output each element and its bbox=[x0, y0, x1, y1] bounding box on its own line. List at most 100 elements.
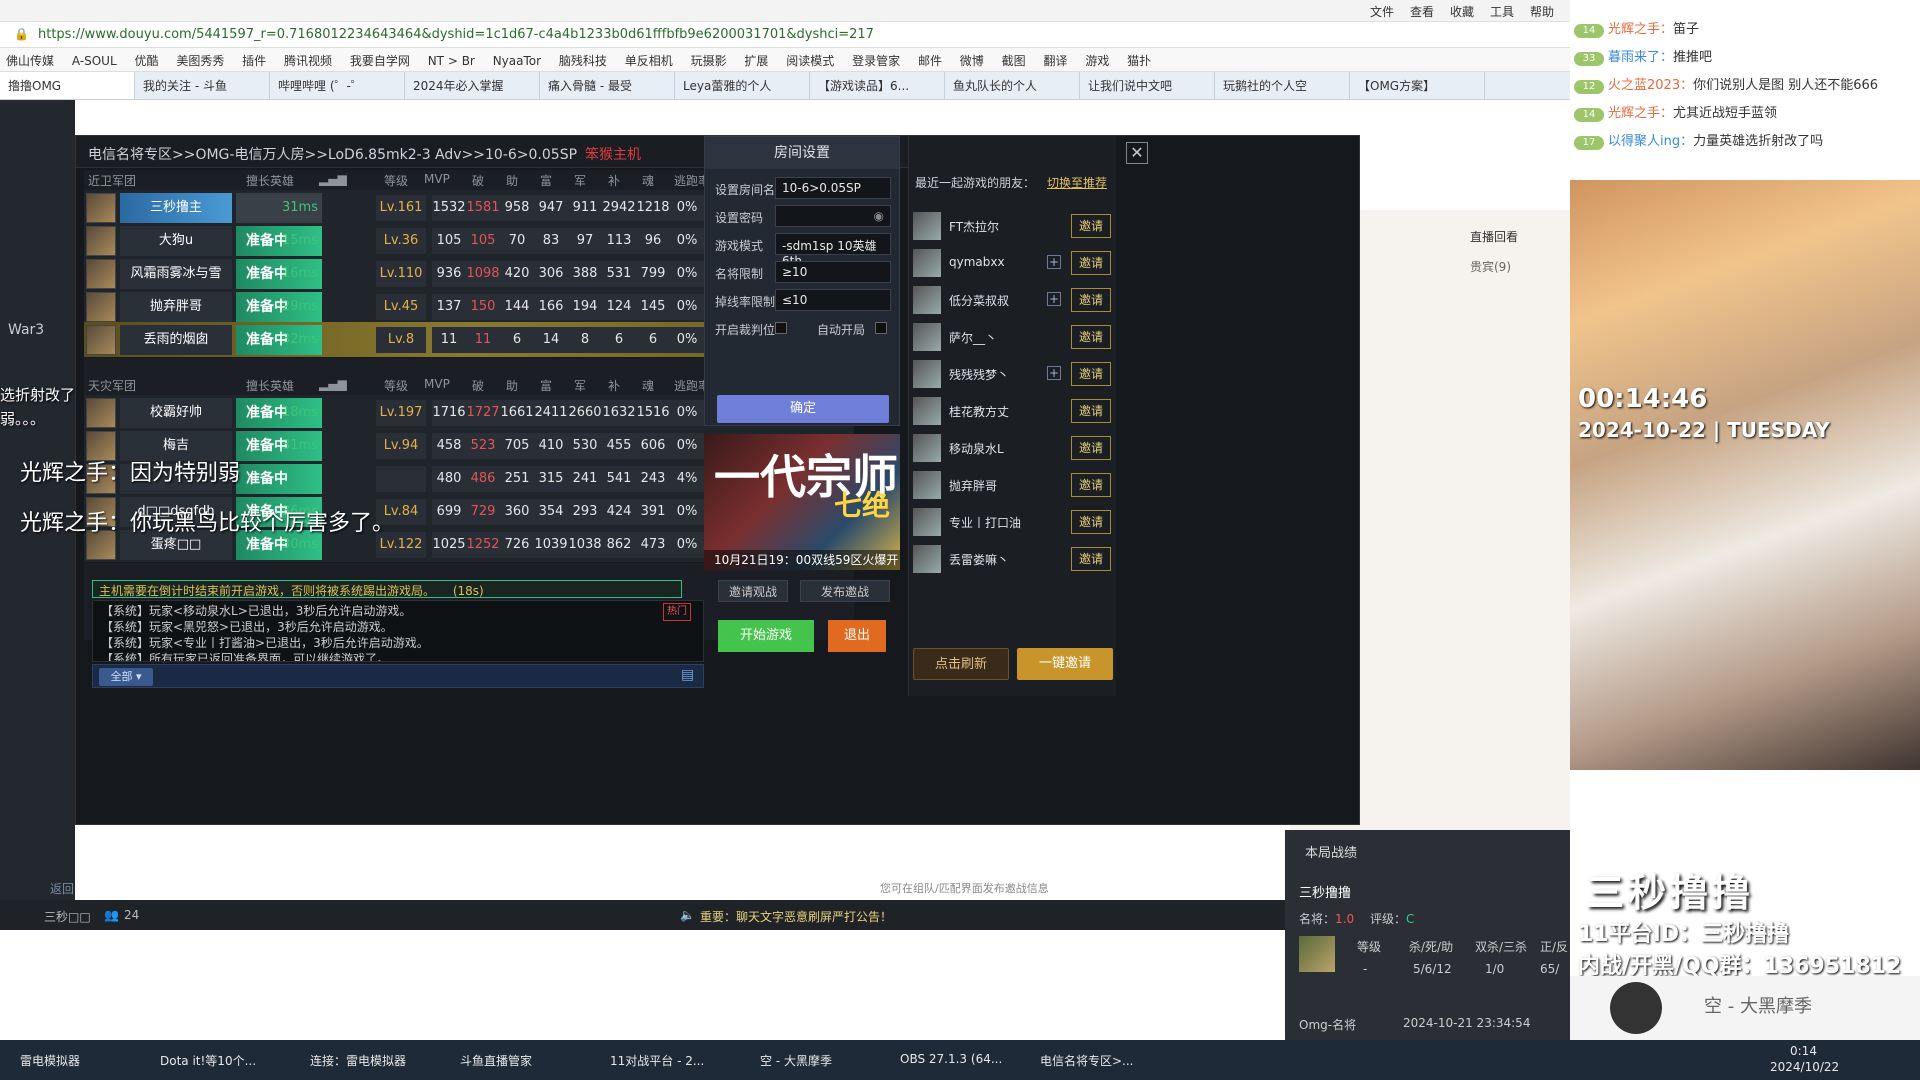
bookmark[interactable]: 优酷 bbox=[134, 52, 158, 69]
friend-avatar[interactable] bbox=[913, 545, 941, 573]
invite-button[interactable]: 邀请 bbox=[1071, 399, 1111, 423]
taskbar-item[interactable]: 斗鱼直播管家 bbox=[460, 1052, 532, 1069]
mode-select[interactable]: -sdm1sp 10英雄6th bbox=[775, 233, 891, 268]
drop-limit-select[interactable]: ≤10 bbox=[775, 289, 891, 311]
taskbar-item[interactable]: 空 - 大黑摩季 bbox=[760, 1052, 832, 1069]
friend-avatar[interactable] bbox=[913, 323, 941, 351]
chat-input-bar[interactable]: 全部 ▾ ▤ bbox=[92, 664, 704, 688]
bookmark[interactable]: 玩摄影 bbox=[691, 52, 727, 69]
menu-favorites[interactable]: 收藏 bbox=[1450, 3, 1474, 20]
player-avatar[interactable] bbox=[86, 259, 116, 289]
auto-start-checkbox[interactable] bbox=[875, 322, 887, 334]
player-avatar[interactable] bbox=[86, 398, 116, 428]
address-bar[interactable]: 🔒 https://www.douyu.com/5441597_r=0.7168… bbox=[0, 22, 1570, 48]
player-name[interactable]: 校霸好帅 bbox=[120, 398, 232, 428]
bookmark[interactable]: 脑残科技 bbox=[559, 52, 607, 69]
invite-button[interactable]: 邀请 bbox=[1071, 288, 1111, 312]
switch-recommend-link[interactable]: 切换至推荐 bbox=[1047, 174, 1107, 191]
url-text[interactable]: https://www.douyu.com/5441597_r=0.716801… bbox=[38, 27, 1278, 42]
player-avatar[interactable] bbox=[86, 292, 116, 322]
friends-close-icon[interactable]: ✕ bbox=[1126, 142, 1148, 164]
invite-button[interactable]: 邀请 bbox=[1071, 436, 1111, 460]
menu-view[interactable]: 查看 bbox=[1410, 3, 1434, 20]
player-avatar[interactable] bbox=[86, 193, 116, 223]
browser-tab[interactable]: 【OMG方案】 bbox=[1350, 72, 1485, 99]
bookmark[interactable]: 佛山传媒 bbox=[6, 52, 54, 69]
ad-banner[interactable]: 一代宗师 七绝 10月21日19：00双线59区火爆开启 bbox=[704, 434, 900, 570]
bookmark[interactable]: 截图 bbox=[1002, 52, 1026, 69]
password-input[interactable]: ◉ bbox=[775, 205, 891, 227]
invite-button[interactable]: 邀请 bbox=[1071, 362, 1111, 386]
player-name[interactable]: 丢雨的烟囱 bbox=[120, 325, 232, 355]
bookmark[interactable]: 插件 bbox=[242, 52, 266, 69]
bookmark[interactable]: NT > Br bbox=[428, 54, 475, 68]
guard-tab[interactable]: 贵宾(9) bbox=[1470, 258, 1511, 275]
hot-tag[interactable]: 热门 bbox=[663, 603, 691, 621]
confirm-button[interactable]: 确定 bbox=[717, 395, 889, 423]
browser-tab[interactable]: 玩鹅社的个人空 bbox=[1215, 72, 1350, 99]
browser-tab[interactable]: 【游戏读品】6... bbox=[810, 72, 945, 99]
friend-avatar[interactable] bbox=[913, 434, 941, 462]
bookmark[interactable]: NyaaTor bbox=[493, 54, 541, 68]
bookmark[interactable]: 翻译 bbox=[1043, 52, 1067, 69]
taskbar-item[interactable]: 雷电模拟器 bbox=[20, 1052, 80, 1069]
judge-checkbox[interactable] bbox=[775, 322, 787, 334]
taskbar-item[interactable]: OBS 27.1.3 (64... bbox=[900, 1052, 1002, 1066]
invite-watch-button[interactable]: 邀请观战 bbox=[718, 580, 788, 602]
invite-button[interactable]: 邀请 bbox=[1071, 325, 1111, 349]
chat-nick[interactable]: 火之蓝2023： bbox=[1608, 78, 1693, 93]
add-friend-icon[interactable]: + bbox=[1047, 292, 1061, 306]
friend-avatar[interactable] bbox=[913, 249, 941, 277]
taskbar-item[interactable]: 连接：雷电模拟器 bbox=[310, 1052, 406, 1069]
return-link[interactable]: 返回 bbox=[50, 880, 74, 897]
friend-avatar[interactable] bbox=[913, 471, 941, 499]
browser-tab[interactable]: 让我们说中文吧 bbox=[1080, 72, 1215, 99]
friend-avatar[interactable] bbox=[913, 212, 941, 240]
player-avatar[interactable] bbox=[86, 226, 116, 256]
emoji-icon[interactable]: ▤ bbox=[681, 667, 694, 683]
channel-select[interactable]: 全部 ▾ bbox=[99, 668, 153, 686]
player-name[interactable]: 大狗u bbox=[120, 226, 232, 256]
bookmark[interactable]: 邮件 bbox=[918, 52, 942, 69]
browser-tab[interactable]: Leya蕾雅的个人 bbox=[675, 72, 810, 99]
browser-tab[interactable]: 鱼丸队长的个人 bbox=[945, 72, 1080, 99]
chat-nick[interactable]: 光辉之手： bbox=[1608, 22, 1673, 37]
invite-button[interactable]: 邀请 bbox=[1071, 547, 1111, 571]
friend-avatar[interactable] bbox=[913, 508, 941, 536]
browser-tab[interactable]: 2024年必入掌握 bbox=[405, 72, 540, 99]
bookmark[interactable]: A-SOUL bbox=[72, 54, 117, 68]
invite-all-button[interactable]: 一键邀请 bbox=[1017, 648, 1113, 680]
player-avatar[interactable] bbox=[86, 325, 116, 355]
add-friend-icon[interactable]: + bbox=[1047, 366, 1061, 380]
chat-nick[interactable]: 以得聚人ing： bbox=[1608, 134, 1693, 149]
menu-tools[interactable]: 工具 bbox=[1490, 3, 1514, 20]
player-name[interactable]: 风霜雨雾冰与雪 bbox=[120, 259, 232, 289]
browser-tab[interactable]: 我的关注 - 斗鱼 bbox=[135, 72, 270, 99]
exit-button[interactable]: 退出 bbox=[828, 620, 886, 652]
bookmark[interactable]: 我要自学网 bbox=[350, 52, 410, 69]
bookmark[interactable]: 猫扑 bbox=[1127, 52, 1151, 69]
bookmark[interactable]: 美图秀秀 bbox=[176, 52, 224, 69]
bookmark[interactable]: 游戏 bbox=[1085, 52, 1109, 69]
chat-nick[interactable]: 光辉之手： bbox=[1608, 106, 1673, 121]
refresh-button[interactable]: 点击刷新 bbox=[913, 648, 1009, 680]
bookmark[interactable]: 登录管家 bbox=[852, 52, 900, 69]
add-friend-icon[interactable]: + bbox=[1047, 255, 1061, 269]
publish-invite-button[interactable]: 发布邀战 bbox=[800, 580, 890, 602]
bookmark[interactable]: 腾讯视频 bbox=[284, 52, 332, 69]
taskbar-item[interactable]: Dota it!等10个... bbox=[160, 1052, 256, 1069]
invite-button[interactable]: 邀请 bbox=[1071, 251, 1111, 275]
taskbar-item[interactable]: 电信名将专区>... bbox=[1040, 1052, 1134, 1069]
friend-avatar[interactable] bbox=[913, 360, 941, 388]
rank-limit-select[interactable]: ≥10 bbox=[775, 261, 891, 283]
menu-file[interactable]: 文件 bbox=[1370, 3, 1394, 20]
browser-tab[interactable]: 哔哩哔哩 (゜-゜ bbox=[270, 72, 405, 99]
eye-icon[interactable]: ◉ bbox=[874, 209, 884, 223]
taskbar-item[interactable]: 11对战平台 - 2... bbox=[610, 1052, 704, 1069]
chat-nick[interactable]: 暮雨来了： bbox=[1608, 50, 1673, 65]
bookmark[interactable]: 阅读模式 bbox=[786, 52, 834, 69]
album-disc-icon[interactable] bbox=[1610, 982, 1662, 1034]
player-name[interactable]: 抛弃胖哥 bbox=[120, 292, 232, 322]
browser-tab[interactable]: 痛入骨髓 - 最受 bbox=[540, 72, 675, 99]
bookmark[interactable]: 微博 bbox=[960, 52, 984, 69]
